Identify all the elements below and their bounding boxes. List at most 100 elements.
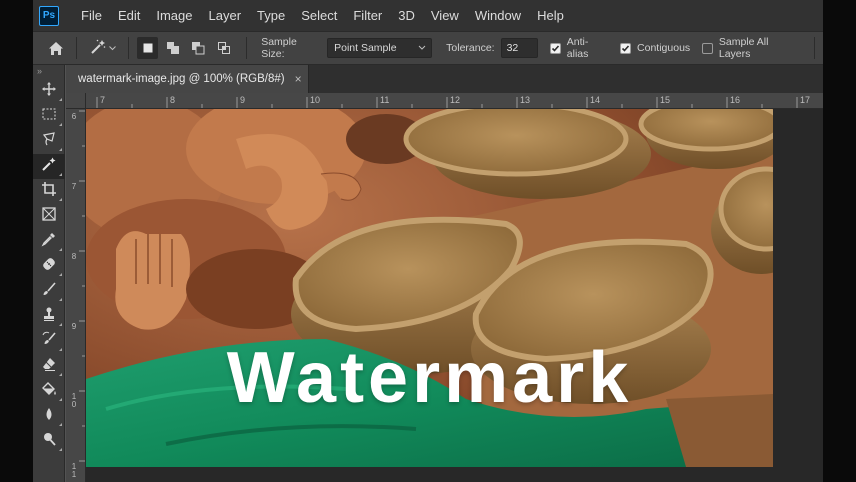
lasso-tool-button[interactable] (33, 129, 65, 154)
clone-stamp-icon (41, 306, 57, 327)
menu-filter[interactable]: Filter (345, 0, 390, 31)
menu-view[interactable]: View (423, 0, 467, 31)
tool-preset-picker[interactable] (85, 35, 120, 61)
menu-help[interactable]: Help (529, 0, 572, 31)
checkbox-unchecked-icon (702, 42, 713, 54)
blur-tool-button[interactable] (33, 404, 65, 429)
history-brush-icon (41, 331, 57, 352)
ruler-tick-label: 7 (100, 95, 106, 105)
checkbox-checked-icon (620, 42, 632, 54)
blur-icon (41, 406, 57, 427)
ruler-tick-label: 10 (310, 95, 321, 105)
anti-alias-label: Anti-alias (566, 36, 589, 60)
brush-tool-button[interactable] (33, 279, 65, 304)
eraser-icon (41, 356, 57, 377)
sample-all-layers-label: Sample All Layers (718, 36, 769, 60)
menu-layer[interactable]: Layer (201, 0, 250, 31)
ruler-tick-label: 9 (71, 322, 77, 331)
document-tab-bar: watermark-image.jpg @ 100% (RGB/8#) × (66, 65, 823, 93)
options-separator (814, 37, 815, 59)
new-selection-button[interactable] (136, 37, 159, 59)
frame-tool-button[interactable] (33, 204, 65, 229)
ruler-tick-label: 13 (520, 95, 531, 105)
menu-window[interactable]: Window (467, 0, 529, 31)
ruler-ticks (79, 110, 85, 462)
document-image[interactable]: Watermark (86, 109, 773, 467)
photoshop-window: Ps File Edit Image Layer Type Select Fil… (33, 0, 823, 482)
move-icon (41, 81, 57, 102)
letterbox-right (823, 0, 856, 482)
eraser-tool-button[interactable] (33, 354, 65, 379)
crop-icon (41, 181, 57, 202)
dodge-tool-button[interactable] (33, 429, 65, 454)
canvas-area[interactable]: Watermark (86, 109, 823, 482)
menu-image[interactable]: Image (148, 0, 200, 31)
paint-bucket-tool-button[interactable] (33, 379, 65, 404)
menu-3d[interactable]: 3D (390, 0, 423, 31)
menu-select[interactable]: Select (293, 0, 345, 31)
add-to-selection-button[interactable] (162, 37, 183, 59)
history-brush-tool-button[interactable] (33, 329, 65, 354)
ruler-tick-label: 8 (170, 95, 176, 105)
chevron-down-icon (109, 42, 116, 54)
subtract-from-selection-button[interactable] (188, 37, 209, 59)
ruler-tick-label: 11 (380, 95, 390, 105)
tolerance-input[interactable]: 32 (500, 38, 538, 58)
ruler-tick-label: 1 0 (71, 392, 77, 409)
paint-bucket-icon (41, 381, 57, 402)
lasso-icon (41, 131, 57, 152)
magic-wand-tool-button[interactable] (33, 154, 65, 179)
contiguous-label: Contiguous (637, 42, 691, 54)
close-icon[interactable]: × (295, 72, 302, 86)
letterbox-left (0, 0, 33, 482)
frame-icon (41, 206, 57, 227)
brush-icon (41, 281, 57, 302)
ruler-tick-label: 6 (71, 112, 77, 121)
ruler-tick-label: 9 (240, 95, 246, 105)
ruler-tick-label: 12 (450, 95, 461, 105)
healing-brush-icon (41, 256, 57, 277)
sample-size-label: Sample Size: (261, 36, 297, 60)
menu-type[interactable]: Type (249, 0, 293, 31)
sample-size-select[interactable]: Point Sample (327, 38, 433, 58)
magic-wand-icon (41, 156, 57, 177)
menu-edit[interactable]: Edit (110, 0, 148, 31)
ruler-tick-label: 15 (660, 95, 671, 105)
intersect-selection-button[interactable] (213, 37, 234, 59)
eyedropper-tool-button[interactable] (33, 229, 65, 254)
eyedropper-icon (41, 231, 57, 252)
document-tab-title: watermark-image.jpg @ 100% (RGB/8#) (78, 73, 285, 85)
vertical-ruler[interactable]: 6 7 8 9 1 0 1 1 (66, 109, 86, 482)
crop-tool-button[interactable] (33, 179, 65, 204)
magic-wand-icon (89, 38, 107, 59)
options-separator (128, 37, 129, 59)
sample-size-value: Point Sample (334, 42, 397, 54)
ruler-tick-label: 7 (71, 182, 77, 191)
options-bar: Sample Size: Point Sample Tolerance: 32 … (33, 31, 823, 65)
menu-bar: Ps File Edit Image Layer Type Select Fil… (33, 0, 823, 31)
move-tool-button[interactable] (33, 79, 65, 104)
ruler-tick-label: 14 (590, 95, 601, 105)
menu-file[interactable]: File (73, 0, 110, 31)
anti-alias-checkbox[interactable]: Anti-alias (549, 36, 608, 60)
ruler-origin[interactable] (66, 93, 86, 109)
contiguous-checkbox[interactable]: Contiguous (620, 42, 690, 54)
horizontal-ruler[interactable]: 7 8 9 10 11 12 13 14 15 16 17 (86, 93, 823, 109)
sample-all-layers-checkbox[interactable]: Sample All Layers (702, 36, 800, 60)
ruler-tick-label: 16 (730, 95, 741, 105)
options-separator (246, 37, 248, 59)
panel-collapse-grip[interactable]: » (33, 65, 64, 79)
marquee-tool-button[interactable] (33, 104, 65, 129)
marquee-icon (41, 106, 57, 127)
home-icon[interactable] (43, 35, 68, 61)
options-separator (76, 37, 78, 59)
document-tab[interactable]: watermark-image.jpg @ 100% (RGB/8#) × (66, 65, 309, 93)
photoshop-logo-icon[interactable]: Ps (39, 5, 59, 26)
ruler-tick-label: 1 1 (71, 462, 77, 479)
tools-panel: » (33, 65, 65, 482)
chevron-down-icon (418, 42, 426, 57)
healing-brush-tool-button[interactable] (33, 254, 65, 279)
checkbox-checked-icon (549, 42, 561, 54)
clone-stamp-tool-button[interactable] (33, 304, 65, 329)
tolerance-label: Tolerance: (446, 42, 495, 54)
